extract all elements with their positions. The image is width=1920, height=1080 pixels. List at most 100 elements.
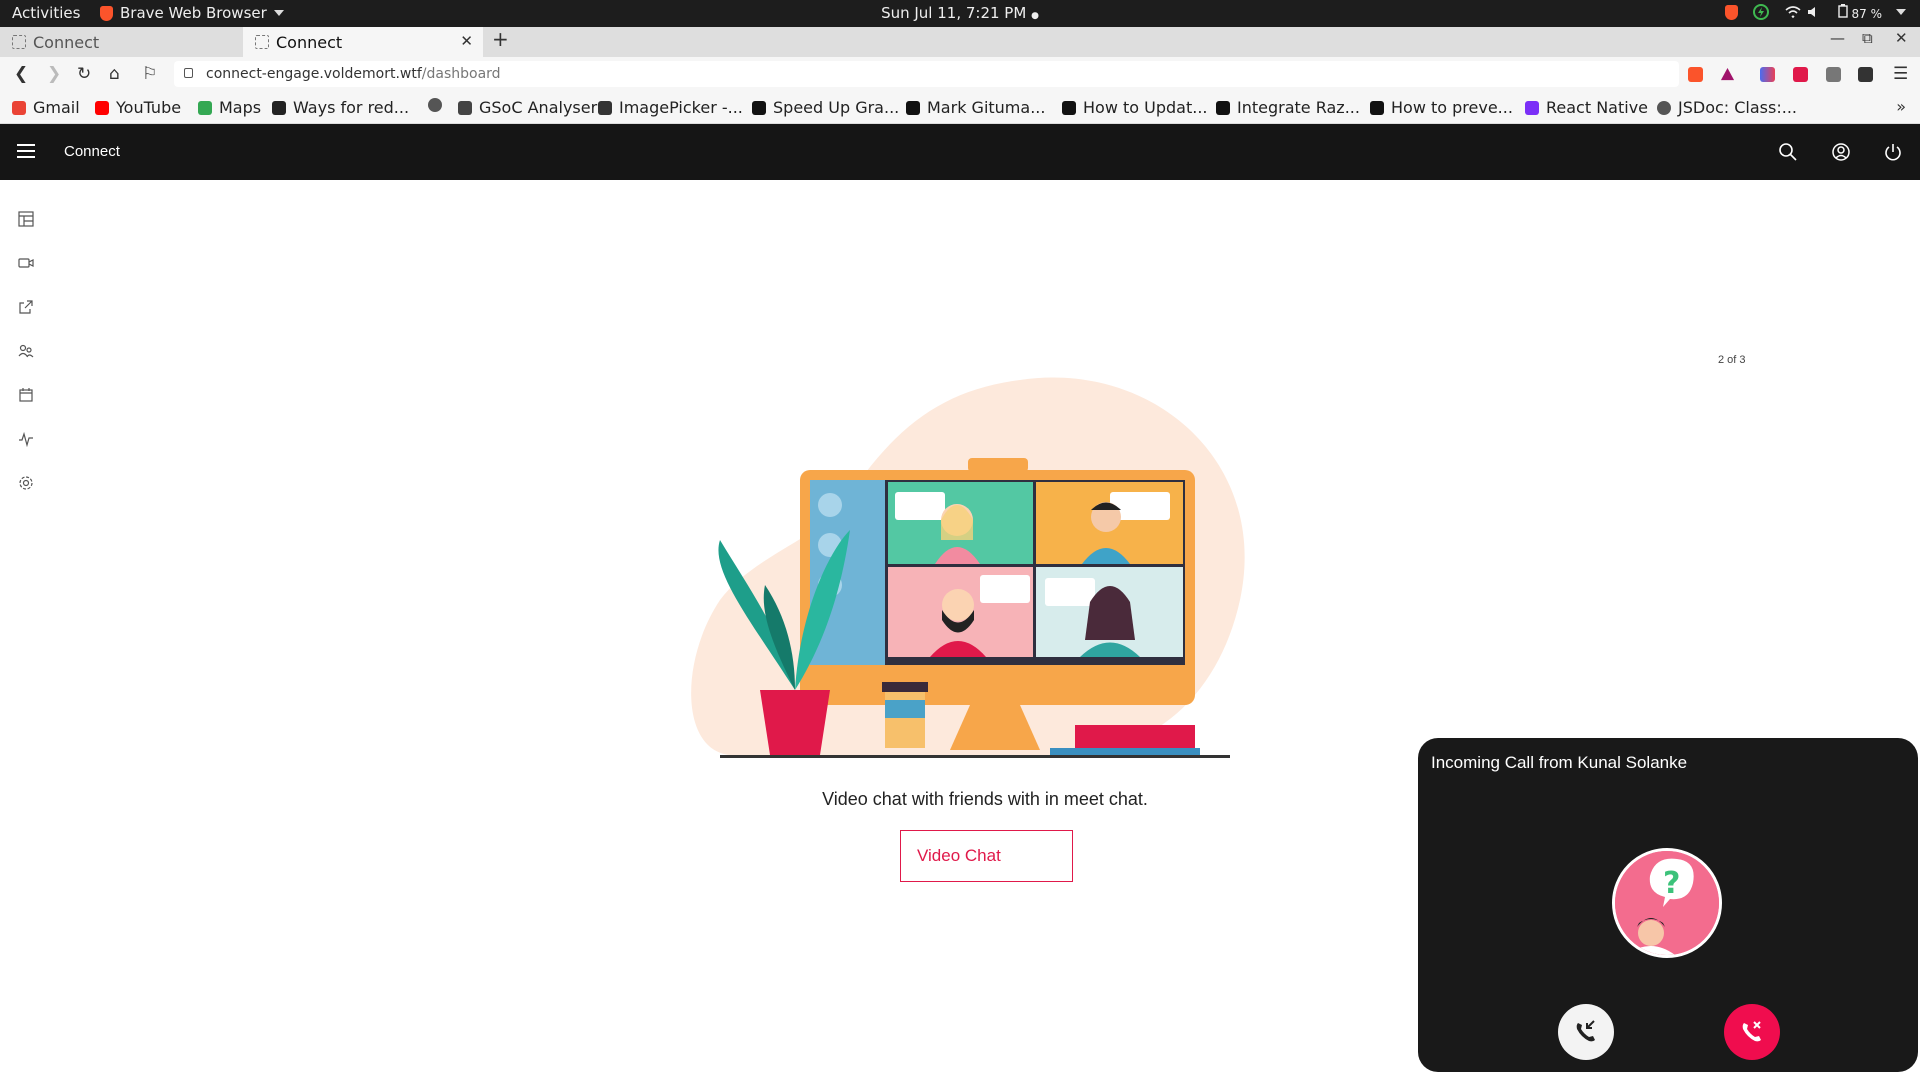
site-icon [1370, 100, 1384, 115]
account-icon[interactable] [1831, 142, 1851, 162]
gmail-icon [12, 100, 26, 115]
forward-icon[interactable]: ❯ [47, 64, 61, 84]
bookmark-label: Ways for red... [293, 98, 410, 117]
bookmark-item[interactable]: JSDoc: Class:... [1657, 98, 1797, 117]
home-icon[interactable]: ⌂ [109, 64, 120, 84]
app-menu-label: Brave Web Browser [120, 4, 267, 22]
extension-1-icon[interactable] [1760, 67, 1775, 82]
activities-button[interactable]: Activities [12, 4, 80, 22]
bookmark-item[interactable]: React Native [1525, 98, 1648, 117]
dashboard-icon[interactable] [18, 211, 34, 227]
battery-status[interactable]: 87 % [1837, 3, 1883, 21]
bookmark-label: YouTube [116, 98, 182, 117]
power-tray-icon[interactable] [1752, 3, 1770, 21]
bookmark-item[interactable]: Maps [198, 98, 261, 117]
accept-call-button[interactable] [1558, 1004, 1614, 1060]
svg-text:?: ? [1663, 866, 1680, 901]
bookmark-item[interactable] [428, 98, 442, 112]
bookmark-item[interactable]: YouTube [95, 98, 181, 117]
bookmark-item[interactable]: Integrate Raz... [1216, 98, 1360, 117]
lock-icon [184, 68, 193, 78]
tab-strip: Connect Connect ✕ + — ⧉ ✕ [0, 27, 1920, 57]
bookmark-item[interactable]: GSoC Analyser [458, 98, 597, 117]
share-screen-icon[interactable] [18, 299, 34, 315]
contacts-icon[interactable] [18, 343, 34, 359]
url-bar[interactable]: connect-engage.voldemort.wtf/dashboard [174, 61, 1679, 87]
brave-rewards-icon[interactable] [1720, 67, 1735, 82]
chart-icon [458, 100, 472, 115]
wifi-icon[interactable] [1784, 4, 1824, 20]
minimize-icon[interactable]: — [1830, 29, 1845, 47]
video-icon[interactable] [18, 255, 34, 271]
bookmark-item[interactable]: Gmail [12, 98, 80, 117]
phone-decline-icon [1742, 1021, 1761, 1042]
bookmark-label: Maps [219, 98, 262, 117]
bookmark-label: JSDoc: Class:... [1678, 98, 1797, 117]
reload-icon[interactable]: ↻ [77, 64, 91, 84]
close-window-icon[interactable]: ✕ [1895, 29, 1908, 47]
dev-icon [1062, 100, 1076, 115]
bookmark-item[interactable]: How to Updat... [1062, 98, 1208, 117]
phone-incoming-icon [1576, 1020, 1595, 1042]
battery-percent: 87 % [1851, 6, 1883, 21]
url-text[interactable]: connect-engage.voldemort.wtf/dashboard [206, 66, 501, 82]
bookmark-label: Gmail [33, 98, 80, 117]
tab-close-icon[interactable]: ✕ [460, 32, 473, 50]
system-clock[interactable]: Sun Jul 11, 7:21 PM [881, 4, 1026, 22]
video-chat-button[interactable]: Video Chat [900, 830, 1073, 882]
decline-call-button[interactable] [1724, 1004, 1780, 1060]
bookmark-label: Integrate Raz... [1237, 98, 1360, 117]
extensions-puzzle-icon[interactable] [1858, 67, 1873, 82]
bookmark-label: ImagePicker -... [619, 98, 743, 117]
new-tab-plus-icon[interactable]: + [492, 27, 509, 51]
site-icon [272, 100, 286, 115]
bookmark-label: Speed Up Gra... [773, 98, 900, 117]
expo-icon [1525, 100, 1539, 115]
calendar-icon[interactable] [18, 387, 34, 403]
bookmark-label: How to preve... [1391, 98, 1513, 117]
tab-title: Connect [33, 32, 100, 52]
app-menu[interactable]: Brave Web Browser [100, 4, 284, 22]
system-menu-chevron-icon[interactable] [1896, 9, 1906, 15]
globe-icon [428, 98, 442, 112]
bookmark-icon[interactable]: ⚐ [142, 64, 157, 84]
activity-icon[interactable] [18, 431, 34, 447]
brave-shields-icon[interactable] [1688, 67, 1703, 82]
github-icon [598, 100, 612, 115]
power-icon[interactable] [1883, 142, 1903, 162]
bookmarks-overflow-icon[interactable]: » [1896, 97, 1906, 116]
bookmark-label: How to Updat... [1083, 98, 1208, 117]
back-icon[interactable]: ❮ [14, 64, 28, 84]
caller-avatar-illustration: ? [1615, 851, 1719, 955]
settings-icon[interactable] [18, 475, 34, 491]
bookmark-label: GSoC Analyser [479, 98, 598, 117]
extension-3-icon[interactable] [1826, 67, 1841, 82]
battery-icon [1837, 3, 1848, 18]
address-toolbar: ❮ ❯ ↻ ⌂ ⚐ connect-engage.voldemort.wtf/d… [0, 57, 1920, 91]
tab-connect-active[interactable]: Connect ✕ [243, 27, 483, 57]
video-conference-illustration [691, 377, 1245, 758]
search-icon[interactable] [1778, 142, 1798, 162]
incoming-call-card: Incoming Call from Kunal Solanke ? [1418, 738, 1918, 1072]
chevron-down-icon [273, 10, 284, 16]
caller-avatar: ? [1612, 848, 1722, 958]
bookmark-item[interactable]: Speed Up Gra... [752, 98, 899, 117]
bookmark-item[interactable]: ImagePicker -... [598, 98, 743, 117]
url-path: /dashboard [421, 66, 501, 82]
bookmark-item[interactable]: Ways for red... [272, 98, 409, 117]
tab-connect-inactive[interactable]: Connect [0, 27, 243, 57]
brave-tray-icon[interactable] [1724, 4, 1738, 20]
tab-title: Connect [276, 32, 343, 52]
restore-icon[interactable]: ⧉ [1862, 29, 1873, 47]
browser-menu-icon[interactable]: ☰ [1893, 64, 1908, 84]
bookmark-item[interactable]: Mark Gituma... [906, 98, 1045, 117]
carousel-counter: 2 of 3 [1718, 354, 1746, 366]
system-top-bar: Activities Brave Web Browser Sun Jul 11,… [0, 0, 1920, 27]
medium-icon [752, 100, 766, 115]
app-title: Connect [64, 143, 120, 160]
extension-2-icon[interactable] [1793, 67, 1808, 82]
bookmark-item[interactable]: How to preve... [1370, 98, 1513, 117]
menu-icon[interactable] [17, 144, 35, 158]
bookmark-label: React Native [1546, 98, 1649, 117]
bookmark-label: Mark Gituma... [927, 98, 1046, 117]
